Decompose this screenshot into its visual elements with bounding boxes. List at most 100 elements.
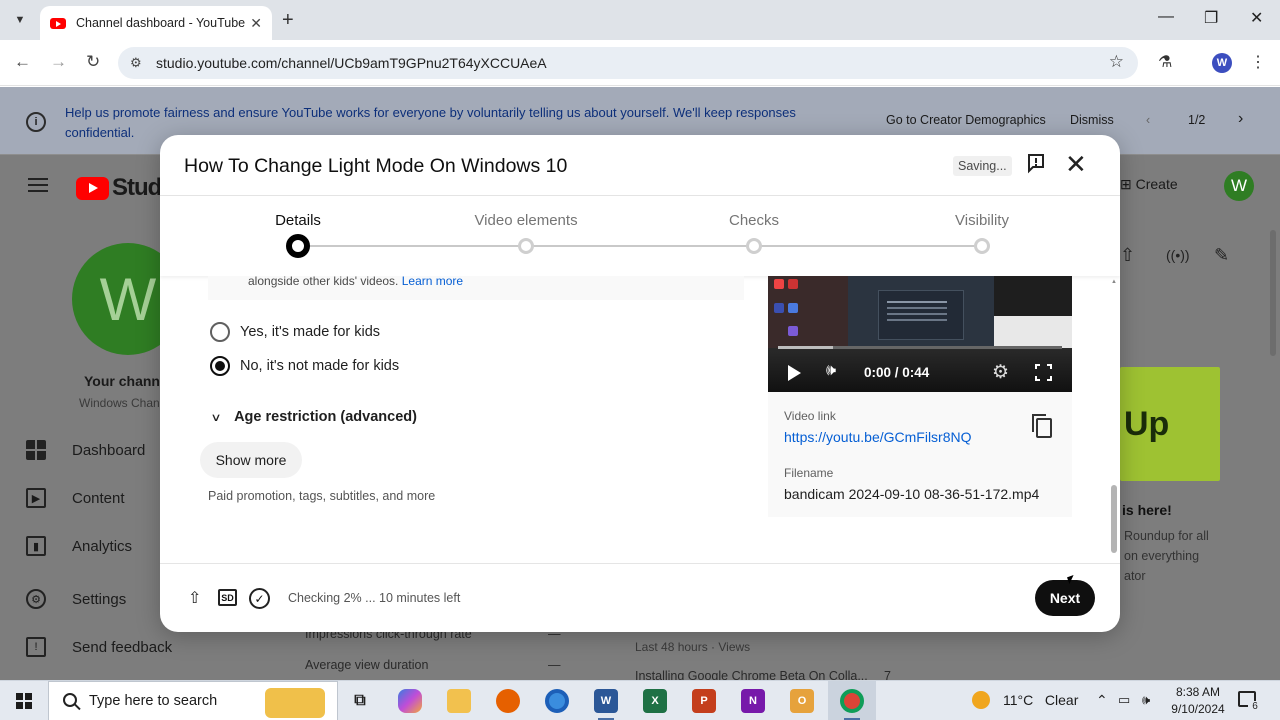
video-progress-bar[interactable] bbox=[778, 346, 1062, 349]
radio-made-for-kids[interactable]: Yes, it's made for kids bbox=[210, 322, 380, 342]
report-flag-icon[interactable] bbox=[1026, 153, 1046, 175]
promo-card-image[interactable]: Up bbox=[1120, 367, 1220, 481]
chrome-icon[interactable] bbox=[840, 689, 864, 713]
new-tab-icon[interactable]: + bbox=[282, 9, 294, 32]
window-close-icon[interactable]: ✕ bbox=[1250, 8, 1263, 28]
radio-no[interactable] bbox=[210, 356, 230, 376]
taskbar-search[interactable]: Type here to search bbox=[48, 681, 338, 720]
sd-quality-icon[interactable]: SD bbox=[218, 589, 237, 606]
settings-icon: ⚙ bbox=[26, 589, 46, 609]
checks-status-icon[interactable]: ✓ bbox=[249, 588, 270, 609]
show-more-button[interactable]: Show more bbox=[200, 442, 302, 478]
sidebar-item-content[interactable]: ▶ Content bbox=[26, 488, 125, 508]
create-button[interactable]: ⊞ Create bbox=[1120, 176, 1178, 193]
tab-close-icon[interactable]: ✕ bbox=[250, 15, 262, 32]
network-icon[interactable]: ▭ bbox=[1118, 692, 1130, 708]
browser-tab[interactable]: Channel dashboard - YouTube ✕ bbox=[40, 6, 272, 40]
weather-widget[interactable]: 11°C Clear bbox=[972, 691, 1078, 709]
dialog-scrollbar[interactable] bbox=[1111, 485, 1117, 553]
copilot-icon[interactable] bbox=[398, 689, 422, 713]
sidebar-item-dashboard[interactable]: Dashboard bbox=[26, 440, 145, 460]
age-restriction-toggle[interactable]: ∨ Age restriction (advanced) bbox=[210, 409, 417, 425]
outlook-icon[interactable]: O bbox=[790, 689, 814, 713]
step-video-elements[interactable]: Video elements bbox=[474, 212, 577, 229]
step-dot-video-elements[interactable] bbox=[518, 238, 534, 254]
windows-start-icon[interactable] bbox=[16, 693, 32, 709]
bookmark-star-icon[interactable]: ☆ bbox=[1109, 52, 1124, 72]
task-view-icon[interactable]: ⧉ bbox=[348, 689, 372, 713]
sidebar-item-send-feedback[interactable]: ! Send feedback bbox=[26, 637, 172, 657]
sidebar-item-settings[interactable]: ⚙ Settings bbox=[26, 589, 126, 609]
back-icon[interactable]: ← bbox=[14, 52, 31, 72]
minimize-icon[interactable]: — bbox=[1158, 8, 1174, 26]
restore-icon[interactable]: ❐ bbox=[1204, 8, 1218, 28]
notification-count: 6 bbox=[1248, 701, 1262, 715]
kids-info-text: alongside other kids' videos. Learn more bbox=[248, 274, 463, 288]
chrome-beta-icon[interactable] bbox=[545, 689, 569, 713]
reload-icon[interactable]: ↻ bbox=[86, 52, 100, 72]
account-avatar[interactable]: W bbox=[1224, 171, 1254, 201]
forward-icon[interactable]: → bbox=[50, 52, 67, 72]
windows-taskbar: Type here to search ⧉ W X P N O 11°C Cle… bbox=[0, 680, 1280, 720]
step-dot-visibility[interactable] bbox=[974, 238, 990, 254]
labs-flask-icon[interactable]: ⚗ bbox=[1158, 52, 1172, 72]
address-bar[interactable]: ⚙ studio.youtube.com/channel/UCb9amT9GPn… bbox=[118, 47, 1138, 79]
site-settings-icon[interactable]: ⚙ bbox=[130, 55, 142, 71]
moon-weather-icon bbox=[972, 691, 990, 709]
video-link[interactable]: https://youtu.be/GCmFilsr8NQ bbox=[784, 429, 972, 445]
fullscreen-corner bbox=[1047, 376, 1052, 381]
sidebar-item-analytics[interactable]: ▮ Analytics bbox=[26, 536, 132, 556]
studio-logo[interactable]: Studi bbox=[76, 174, 168, 202]
next-button[interactable]: Next bbox=[1035, 580, 1095, 616]
next-chevron-icon[interactable]: › bbox=[1238, 110, 1243, 128]
tab-search-chevron-icon[interactable]: ▼ bbox=[8, 8, 32, 32]
sidebar-label: Content bbox=[72, 489, 125, 507]
logo-pane bbox=[25, 693, 32, 700]
menu-kebab-icon[interactable]: ⋮ bbox=[1250, 52, 1266, 72]
player-settings-icon[interactable]: ⚙ bbox=[992, 361, 1009, 384]
step-checks[interactable]: Checks bbox=[729, 212, 779, 229]
create-label: Create bbox=[1135, 176, 1178, 192]
step-visibility[interactable]: Visibility bbox=[955, 212, 1009, 229]
play-icon[interactable] bbox=[788, 365, 801, 381]
upload-icon[interactable]: ⇧ bbox=[1120, 245, 1135, 266]
upload-status-icon[interactable]: ⇧ bbox=[188, 588, 201, 608]
firefox-icon[interactable] bbox=[496, 689, 520, 713]
channel-name: Your chann bbox=[84, 373, 160, 389]
promo-line: on everything bbox=[1124, 549, 1200, 563]
word-icon[interactable]: W bbox=[594, 689, 618, 713]
sidebar-label: Analytics bbox=[72, 537, 133, 555]
radio-yes[interactable] bbox=[210, 322, 230, 342]
step-dot-details[interactable] bbox=[286, 234, 310, 258]
file-explorer-icon[interactable] bbox=[447, 689, 471, 713]
onenote-icon[interactable]: N bbox=[741, 689, 765, 713]
page-scrollbar[interactable] bbox=[1270, 230, 1276, 356]
scroll-up-arrow-icon[interactable]: ▲ bbox=[1111, 279, 1117, 285]
sidebar-label: Send feedback bbox=[72, 638, 173, 656]
hamburger-menu-icon[interactable] bbox=[28, 178, 48, 192]
volume-icon[interactable]: 🕪 bbox=[826, 362, 836, 380]
edit-post-icon[interactable]: ✎ bbox=[1214, 245, 1229, 266]
creator-demographics-link[interactable]: Go to Creator Demographics bbox=[886, 113, 1046, 127]
live-icon[interactable]: ((•)) bbox=[1166, 247, 1190, 263]
profile-avatar[interactable]: W bbox=[1212, 53, 1232, 73]
taskbar-clock[interactable]: 8:38 AM 9/10/2024 bbox=[1168, 684, 1228, 718]
show-more-hint: Paid promotion, tags, subtitles, and mor… bbox=[208, 489, 436, 503]
video-player[interactable]: 🕪 0:00 / 0:44 ⚙ bbox=[768, 276, 1072, 392]
powerpoint-icon[interactable]: P bbox=[692, 689, 716, 713]
filename-value: bandicam 2024-09-10 08-36-51-172.mp4 bbox=[784, 486, 1040, 502]
tray-chevron-up-icon[interactable]: ⌃ bbox=[1096, 692, 1108, 709]
dismiss-button[interactable]: Dismiss bbox=[1070, 113, 1114, 127]
fullscreen-icon[interactable] bbox=[1035, 364, 1052, 381]
learn-more-link[interactable]: Learn more bbox=[402, 274, 463, 288]
filename-label: Filename bbox=[784, 466, 834, 480]
promo-line: ator bbox=[1124, 569, 1146, 583]
step-details[interactable]: Details bbox=[275, 212, 321, 229]
close-dialog-icon[interactable]: ✕ bbox=[1065, 151, 1087, 177]
prev-chevron-icon[interactable]: ‹ bbox=[1146, 113, 1150, 127]
radio-not-made-for-kids[interactable]: No, it's not made for kids bbox=[210, 356, 399, 376]
step-dot-checks[interactable] bbox=[746, 238, 762, 254]
excel-icon[interactable]: X bbox=[643, 689, 667, 713]
volume-tray-icon[interactable]: 🕪 bbox=[1142, 692, 1150, 708]
copy-icon[interactable] bbox=[1032, 414, 1052, 438]
